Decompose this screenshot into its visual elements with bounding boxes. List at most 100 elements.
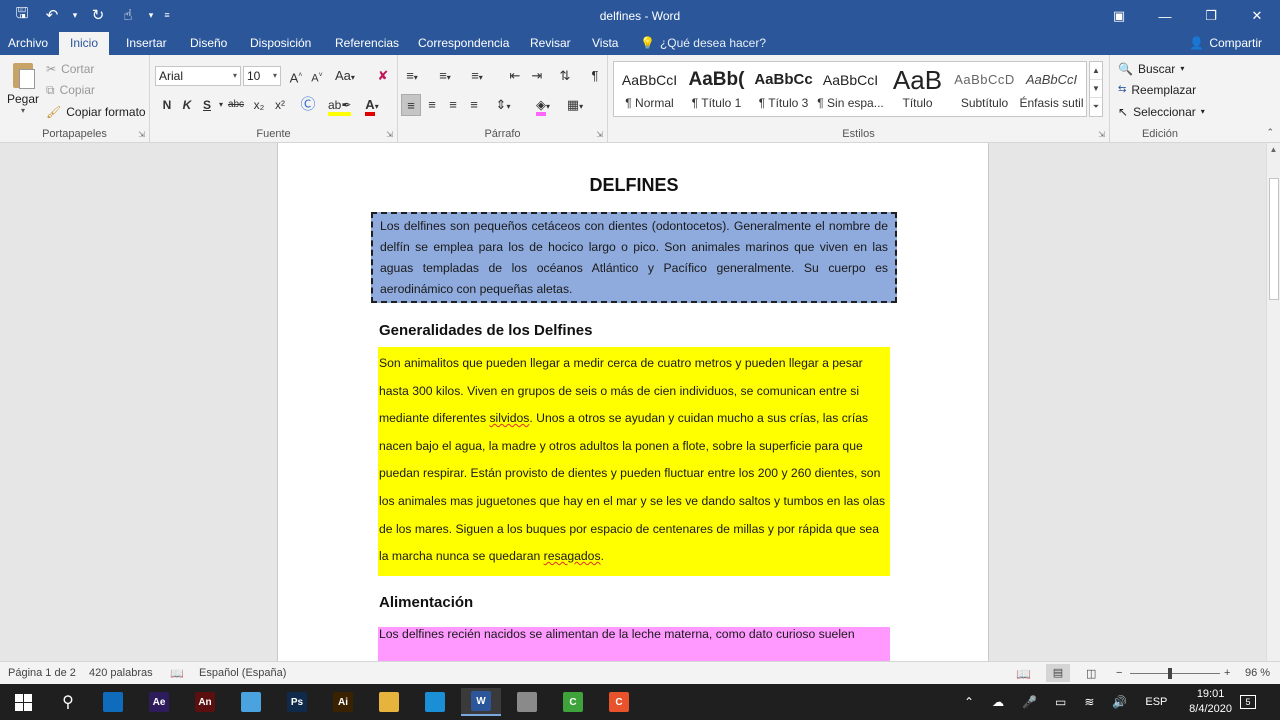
- taskbar-app-animate[interactable]: An: [185, 688, 225, 716]
- font-name-box[interactable]: Arial ▾: [155, 66, 241, 86]
- line-spacing-icon[interactable]: ⇕▾: [494, 94, 512, 116]
- highlight-button[interactable]: ab✒: [328, 94, 352, 116]
- style-normal[interactable]: AaBbCcI ¶ Normal: [616, 62, 683, 116]
- copy-button[interactable]: ⧉ Copiar: [46, 80, 95, 100]
- taskbar-app-word[interactable]: W: [461, 688, 501, 716]
- bullets-icon[interactable]: ≡▾: [403, 65, 421, 87]
- numbering-icon[interactable]: ≡▾: [436, 65, 454, 87]
- text-effects-icon[interactable]: Ⓒ: [299, 94, 317, 116]
- select-button[interactable]: ↖ Seleccionar ▾: [1118, 102, 1205, 122]
- decrease-indent-icon[interactable]: ⇤: [506, 65, 524, 87]
- find-button[interactable]: 🔍 Buscar ▾: [1118, 59, 1184, 79]
- font-size-box[interactable]: 10 ▾: [243, 66, 281, 86]
- zoom-out-icon[interactable]: −: [1116, 667, 1122, 679]
- grow-font-button[interactable]: A˄: [287, 65, 305, 87]
- notifications-button[interactable]: 5: [1240, 684, 1256, 720]
- input-language[interactable]: ESP: [1145, 696, 1167, 708]
- minimize-icon[interactable]: —: [1142, 0, 1188, 32]
- page-count[interactable]: Página 1 de 2: [8, 667, 76, 679]
- print-layout-icon[interactable]: ▤: [1046, 664, 1070, 682]
- more-styles-icon[interactable]: ⏷: [1090, 98, 1102, 116]
- restore-icon[interactable]: ❐: [1188, 0, 1234, 32]
- volume-icon[interactable]: 🔊: [1112, 695, 1127, 709]
- heading-alimentacion[interactable]: Alimentación: [379, 594, 473, 611]
- windows-start-icon[interactable]: [3, 688, 43, 716]
- chevron-up-icon[interactable]: ▲: [1090, 62, 1102, 80]
- misspelled-word[interactable]: silvidos: [489, 411, 529, 425]
- style-enfasis-sutil[interactable]: AaBbCcI Énfasis sutil: [1018, 62, 1085, 116]
- multilevel-list-icon[interactable]: ≡▾: [468, 65, 486, 87]
- shrink-font-button[interactable]: A˅: [308, 65, 326, 87]
- document-page[interactable]: DELFINES Los delfines son pequeños cetác…: [277, 143, 989, 661]
- increase-indent-icon[interactable]: ⇥: [528, 65, 546, 87]
- taskbar-app-after-effects[interactable]: Ae: [139, 688, 179, 716]
- generalidades-paragraph[interactable]: Son animalitos que pueden llegar a medir…: [378, 347, 890, 576]
- style-titulo-3[interactable]: AaBbCc ¶ Título 3: [750, 62, 817, 116]
- styles-launcher-icon[interactable]: ⇲: [1098, 130, 1105, 139]
- tab-inicio[interactable]: Inicio: [59, 32, 110, 55]
- tell-me-box[interactable]: 💡 ¿Qué desea hacer?: [640, 32, 766, 55]
- chevron-down-icon[interactable]: ▼: [1090, 80, 1102, 98]
- heading-generalidades[interactable]: Generalidades de los Delfines: [379, 322, 592, 339]
- tab-insertar[interactable]: Insertar: [124, 32, 169, 55]
- tab-disposicion[interactable]: Disposición: [248, 32, 313, 55]
- subscript-button[interactable]: x₂: [250, 94, 268, 116]
- document-title[interactable]: DELFINES: [278, 175, 990, 196]
- microphone-icon[interactable]: 🎤: [1022, 695, 1037, 709]
- style-subtitulo[interactable]: AaBbCcD Subtítulo: [951, 62, 1018, 116]
- taskbar-app-outlook[interactable]: [93, 688, 133, 716]
- show-marks-icon[interactable]: ¶: [586, 65, 604, 87]
- sort-icon[interactable]: ⇅: [556, 65, 574, 87]
- close-icon[interactable]: ✕: [1234, 0, 1280, 32]
- scrollbar-thumb[interactable]: [1269, 178, 1279, 300]
- tab-archivo[interactable]: Archivo: [6, 32, 50, 55]
- language-indicator[interactable]: Español (España): [199, 667, 286, 679]
- bold-button[interactable]: N: [158, 94, 176, 116]
- align-left-icon[interactable]: ≡: [401, 94, 421, 116]
- taskbar-app-browser[interactable]: [231, 688, 271, 716]
- intro-paragraph[interactable]: Los delfines son pequeños cetáceos con d…: [371, 212, 897, 303]
- read-mode-icon[interactable]: 📖: [1016, 667, 1031, 681]
- scroll-up-icon[interactable]: ▲: [1267, 143, 1280, 157]
- taskbar-app-photoshop[interactable]: Ps: [277, 688, 317, 716]
- change-case-button[interactable]: Aa▾: [335, 65, 355, 87]
- tab-revisar[interactable]: Revisar: [528, 32, 573, 55]
- ribbon-display-options-icon[interactable]: ▣: [1096, 0, 1142, 32]
- taskbar-app-camtasia-recorder[interactable]: C: [599, 688, 639, 716]
- paragraph-launcher-icon[interactable]: ⇲: [596, 130, 603, 139]
- shading-icon[interactable]: ◈▾: [534, 94, 552, 116]
- style-titulo-1[interactable]: AaBb( ¶ Título 1: [683, 62, 750, 116]
- proofing-icon[interactable]: 📖: [170, 667, 184, 680]
- battery-icon[interactable]: ▭: [1055, 695, 1066, 709]
- cloud-icon[interactable]: ☁: [992, 695, 1004, 709]
- tab-correspondencia[interactable]: Correspondencia: [416, 32, 511, 55]
- tab-diseno[interactable]: Diseño: [188, 32, 229, 55]
- alimentacion-paragraph[interactable]: Los delfines recién nacidos se alimentan…: [378, 627, 890, 661]
- web-layout-icon[interactable]: ◫: [1086, 667, 1096, 680]
- tab-referencias[interactable]: Referencias: [333, 32, 401, 55]
- vertical-scrollbar[interactable]: ▲: [1266, 143, 1280, 661]
- zoom-slider[interactable]: [1130, 673, 1220, 674]
- share-button[interactable]: 👤 Compartir: [1181, 33, 1270, 54]
- taskbar-app-camtasia[interactable]: C: [553, 688, 593, 716]
- zoom-level[interactable]: 96 %: [1245, 667, 1270, 679]
- taskbar-app-file-explorer[interactable]: [369, 688, 409, 716]
- taskbar-app-illustrator[interactable]: Ai: [323, 688, 363, 716]
- align-right-icon[interactable]: ≡: [444, 94, 462, 116]
- style-titulo[interactable]: AaB Título: [884, 62, 951, 116]
- strikethrough-button[interactable]: abc: [227, 94, 245, 116]
- zoom-slider-thumb[interactable]: [1168, 668, 1172, 679]
- search-icon[interactable]: ⚲: [48, 688, 88, 716]
- font-color-button[interactable]: A▾: [363, 94, 381, 116]
- format-painter-button[interactable]: 🖌 Copiar formato: [46, 102, 146, 122]
- taskbar-app-paint[interactable]: [507, 688, 547, 716]
- chevron-up-icon[interactable]: ⌃: [964, 695, 974, 709]
- clipboard-launcher-icon[interactable]: ⇲: [138, 130, 145, 139]
- justify-icon[interactable]: ≡: [465, 94, 483, 116]
- tab-vista[interactable]: Vista: [590, 32, 620, 55]
- paste-button[interactable]: Pegar ▾: [4, 61, 42, 119]
- misspelled-word[interactable]: resagados: [544, 549, 601, 563]
- wifi-icon[interactable]: ≋: [1084, 695, 1094, 709]
- zoom-in-icon[interactable]: +: [1224, 667, 1230, 679]
- style-sin-espaciado[interactable]: AaBbCcI ¶ Sin espa...: [817, 62, 884, 116]
